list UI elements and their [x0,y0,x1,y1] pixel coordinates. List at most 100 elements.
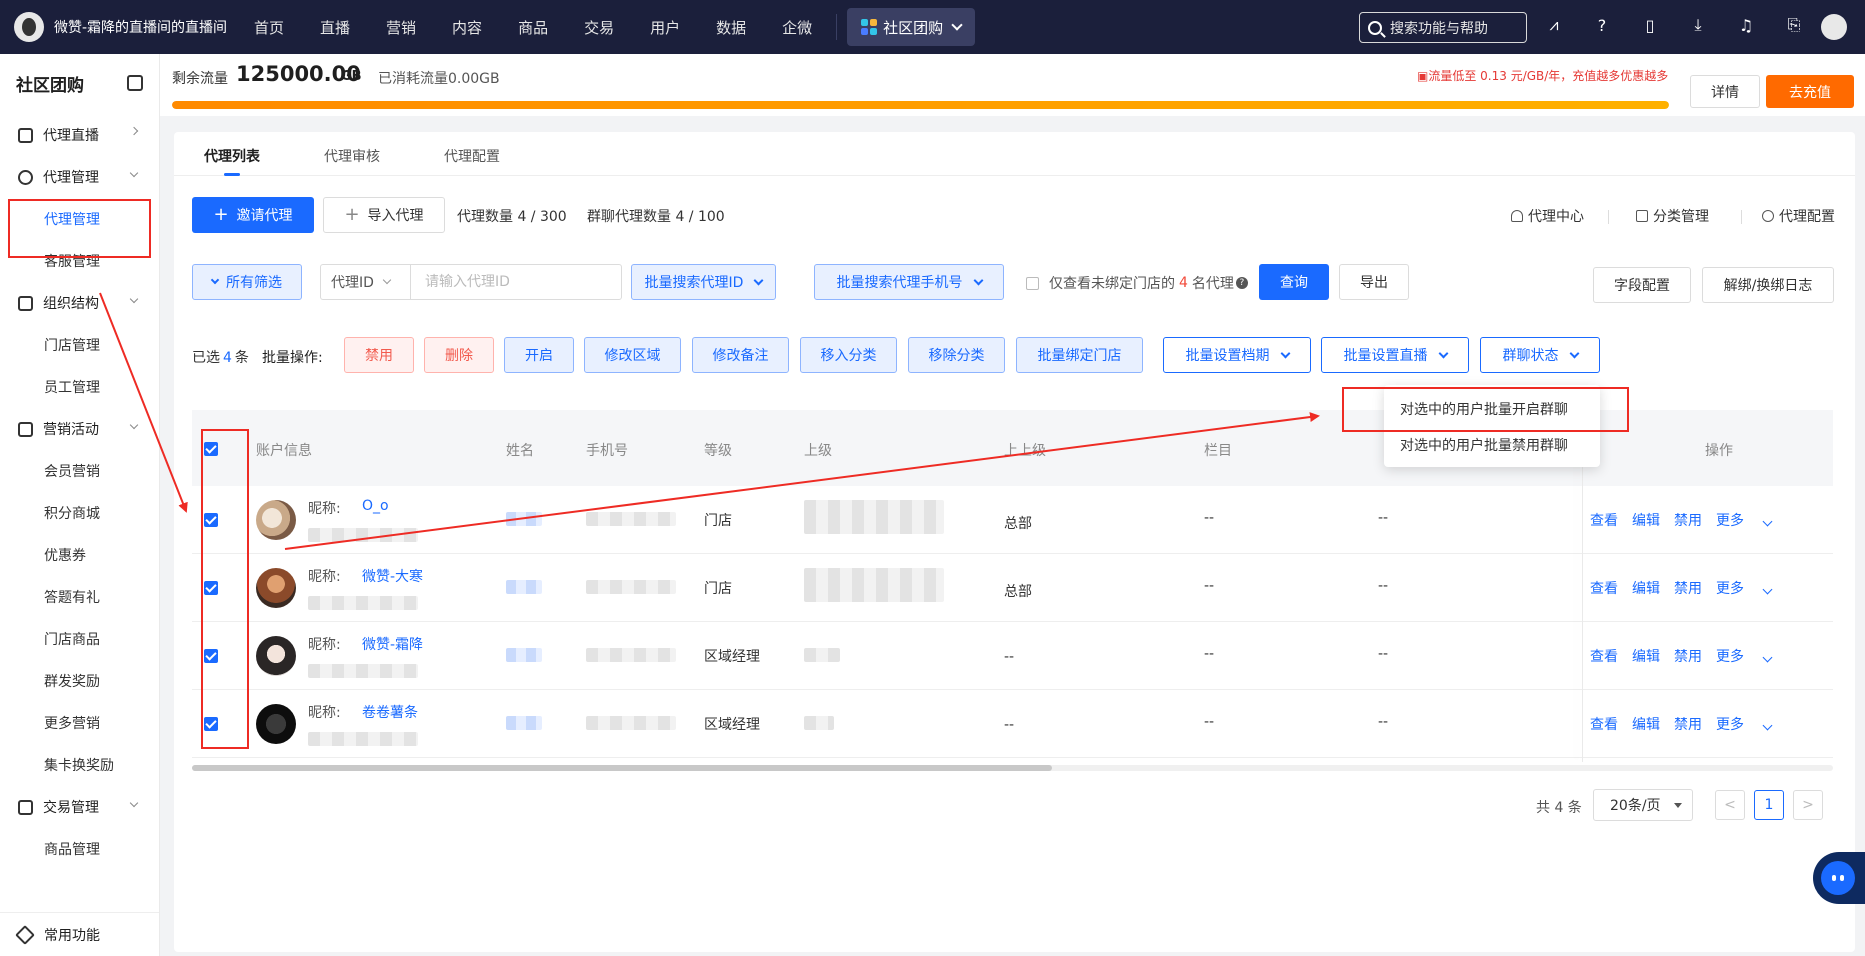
batch-live-dropdown[interactable]: 批量设置直播 [1321,337,1469,373]
disable-link[interactable]: 禁用 [1674,714,1702,734]
sidebar-item-more-marketing[interactable]: 更多营销 [0,702,159,744]
detail-button[interactable]: 详情 [1690,75,1760,108]
sidebar-item-store-goods[interactable]: 门店商品 [0,618,159,660]
agent-config-link[interactable]: 代理配置 [1762,206,1835,226]
global-search[interactable]: 搜索功能与帮助 [1359,12,1527,43]
field-config-button[interactable]: 字段配置 [1593,267,1691,303]
disable-link[interactable]: 禁用 [1674,578,1702,598]
batch-search-phone-button[interactable]: 批量搜索代理手机号 [814,264,1004,300]
help-icon[interactable]: ? [1591,14,1613,36]
nav-content[interactable]: 内容 [434,17,500,38]
edit-link[interactable]: 编辑 [1632,714,1660,734]
scrollbar-thumb[interactable] [192,765,1052,771]
batch-move-category-button[interactable]: 移入分类 [800,337,897,373]
sidebar-item-coupon[interactable]: 优惠券 [0,534,159,576]
sidebar-group-live[interactable]: 代理直播 [0,114,159,156]
sidebar-item-goods-manage[interactable]: 商品管理 [0,828,159,870]
invite-agent-button[interactable]: + 邀请代理 [192,197,314,233]
query-button[interactable]: 查询 [1259,264,1329,300]
edit-link[interactable]: 编辑 [1632,578,1660,598]
question-icon[interactable]: ? [1235,277,1248,289]
agent-id-input[interactable] [411,265,621,299]
nav-data[interactable]: 数据 [698,17,764,38]
user-avatar[interactable] [1821,14,1847,40]
table-row[interactable]: 昵称: 微赞-大寒 门店 总部 -- -- 查看 编辑 禁用 更多 [192,554,1833,622]
edit-link[interactable]: 编辑 [1632,646,1660,666]
next-page-button[interactable]: > [1793,790,1823,820]
export-button[interactable]: 导出 [1339,264,1409,300]
all-filters-button[interactable]: 所有筛选 [192,264,302,300]
nav-marketing[interactable]: 营销 [368,17,434,38]
batch-schedule-dropdown[interactable]: 批量设置档期 [1163,337,1311,373]
sidebar-common-functions[interactable]: 常用功能 [0,912,159,956]
more-link[interactable]: 更多 [1716,578,1785,598]
category-manage-link[interactable]: 分类管理 [1636,206,1709,226]
tab-agent-list[interactable]: 代理列表 [204,146,260,166]
table-row[interactable]: 昵称: 卷卷薯条 区域经理 -- -- -- 查看 编辑 禁用 更多 [192,690,1833,758]
nav-home[interactable]: 首页 [236,17,302,38]
sidebar-group-marketing[interactable]: 营销活动 [0,408,159,450]
sidebar-item-member[interactable]: 会员营销 [0,450,159,492]
batch-edit-region-button[interactable]: 修改区域 [584,337,681,373]
bookmark-icon[interactable]: ▯ [1639,14,1661,36]
sidebar-item-points-mall[interactable]: 积分商城 [0,492,159,534]
sidebar-item-quiz[interactable]: 答题有礼 [0,576,159,618]
disable-link[interactable]: 禁用 [1674,510,1702,530]
collapse-icon[interactable] [127,75,143,91]
tab-agent-review[interactable]: 代理审核 [324,146,380,166]
view-link[interactable]: 查看 [1590,714,1618,734]
batch-remove-category-button[interactable]: 移除分类 [908,337,1005,373]
sidebar-group-trade[interactable]: 交易管理 [0,786,159,828]
nickname-link[interactable]: O_o [362,498,389,514]
prev-page-button[interactable]: < [1715,790,1745,820]
download-icon[interactable]: ⤓ [1687,14,1709,36]
batch-enable-button[interactable]: 开启 [504,337,574,373]
nav-live[interactable]: 直播 [302,17,368,38]
page-1-button[interactable]: 1 [1754,790,1784,820]
nav-trade[interactable]: 交易 [566,17,632,38]
nav-current-app[interactable]: 社区团购 [847,8,976,46]
nickname-link[interactable]: 微赞-霜降 [362,634,423,654]
more-link[interactable]: 更多 [1716,510,1785,530]
edit-link[interactable]: 编辑 [1632,510,1660,530]
nav-goods[interactable]: 商品 [500,17,566,38]
disable-link[interactable]: 禁用 [1674,646,1702,666]
batch-search-id-button[interactable]: 批量搜索代理ID [631,264,776,300]
traffic-promo[interactable]: ▣流量低至 0.13 元/GB/年，充值越多优惠越多 [1417,67,1668,84]
sidebar-group-org[interactable]: 组织结构 [0,282,159,324]
batch-edit-note-button[interactable]: 修改备注 [692,337,789,373]
chat-assistant-button[interactable] [1813,852,1865,904]
more-link[interactable]: 更多 [1716,646,1785,666]
table-row[interactable]: 昵称: 微赞-霜降 区域经理 -- -- -- 查看 编辑 禁用 更多 [192,622,1833,690]
brand[interactable]: 微赞-霜降的直播间的直播间 [0,12,236,42]
tab-agent-config[interactable]: 代理配置 [444,146,500,166]
nickname-link[interactable]: 微赞-大寒 [362,566,423,586]
font-icon[interactable]: ⩘ [1543,14,1565,36]
table-row[interactable]: 昵称: O_o 门店 总部 -- -- 查看 编辑 禁用 更多 [192,486,1833,554]
batch-disable-button[interactable]: 禁用 [344,337,414,373]
sidebar-item-card-reward[interactable]: 集卡换奖励 [0,744,159,786]
batch-delete-button[interactable]: 删除 [424,337,494,373]
group-chat-status-dropdown[interactable]: 群聊状态 [1480,337,1600,373]
page-size-select[interactable]: 20条/页 [1593,789,1693,821]
checkbox[interactable] [1026,276,1039,290]
view-link[interactable]: 查看 [1590,578,1618,598]
nav-wecom[interactable]: 企微 [764,17,830,38]
bell-icon[interactable]: ♫ [1735,14,1757,36]
view-link[interactable]: 查看 [1590,510,1618,530]
search-field-select[interactable]: 代理ID [321,265,411,299]
unbound-only-checkbox[interactable]: 仅查看未绑定门店的 4 名代理 ? [1026,273,1248,293]
nickname-link[interactable]: 卷卷薯条 [362,702,418,722]
menu-item-disable-group-chat[interactable]: 对选中的用户批量禁用群聊 [1400,435,1568,455]
sidebar-item-group-reward[interactable]: 群发奖励 [0,660,159,702]
more-link[interactable]: 更多 [1716,714,1785,734]
horizontal-scrollbar[interactable] [192,765,1833,771]
view-link[interactable]: 查看 [1590,646,1618,666]
nav-users[interactable]: 用户 [632,17,698,38]
agent-center-link[interactable]: 代理中心 [1511,206,1584,226]
charge-button[interactable]: 去充值 [1766,75,1854,108]
sidebar-group-agent[interactable]: 代理管理 [0,156,159,198]
export-icon[interactable]: ⎘ [1783,14,1805,36]
sidebar-item-store-manage[interactable]: 门店管理 [0,324,159,366]
bind-log-button[interactable]: 解绑/换绑日志 [1702,267,1834,303]
